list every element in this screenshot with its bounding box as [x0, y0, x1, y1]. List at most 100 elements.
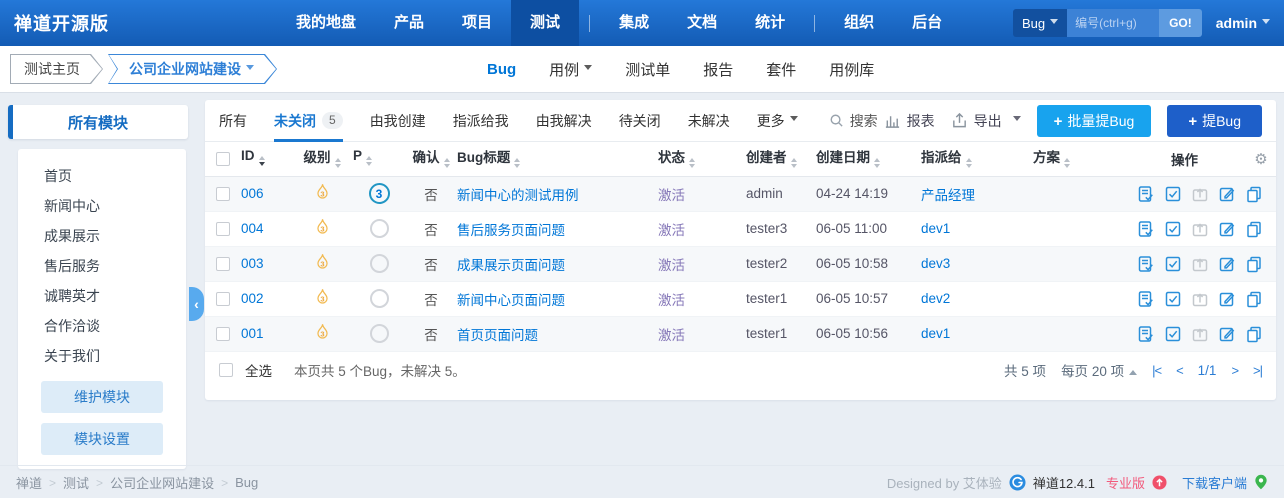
filter-assigned-to-me[interactable]: 指派给我	[453, 100, 509, 142]
sidebar-item-coop[interactable]: 合作洽谈	[18, 311, 186, 341]
edit-bug-icon[interactable]	[1218, 220, 1236, 238]
resolve-bug-icon[interactable]	[1164, 220, 1182, 238]
sort-icon[interactable]	[790, 155, 797, 171]
module-settings-button[interactable]: 模块设置	[41, 423, 163, 455]
nav-item-stats[interactable]: 统计	[736, 0, 804, 46]
col-severity[interactable]: 级别	[304, 150, 331, 165]
col-assignee[interactable]: 指派给	[921, 150, 962, 165]
search-input[interactable]	[1067, 9, 1160, 37]
row-checkbox[interactable]	[216, 222, 230, 237]
edit-bug-icon[interactable]	[1218, 325, 1236, 343]
sort-icon[interactable]	[965, 155, 972, 171]
assignee-link[interactable]: 产品经理	[921, 188, 975, 203]
copy-bug-icon[interactable]	[1245, 325, 1263, 343]
sidebar-item-about[interactable]: 关于我们	[18, 341, 186, 371]
report-button[interactable]: 报表	[884, 111, 935, 131]
nav-item-backend[interactable]: 后台	[893, 0, 961, 46]
bug-title-link[interactable]: 售后服务页面问题	[457, 223, 565, 238]
tab-suite[interactable]: 套件	[766, 59, 796, 80]
nav-item-my-turf[interactable]: 我的地盘	[277, 0, 375, 46]
assignee-link[interactable]: dev1	[921, 221, 950, 236]
copy-bug-icon[interactable]	[1245, 290, 1263, 308]
upgrade-icon[interactable]	[1152, 474, 1167, 490]
bug-title-link[interactable]: 首页页面问题	[457, 328, 538, 343]
confirm-bug-icon[interactable]	[1137, 220, 1155, 238]
per-page-select[interactable]: 每页 20 项	[1061, 360, 1137, 380]
edition-label[interactable]: 专业版	[1106, 473, 1145, 492]
sort-icon[interactable]	[334, 155, 341, 171]
nav-item-integration[interactable]: 集成	[600, 0, 668, 46]
assignee-link[interactable]: dev1	[921, 326, 950, 341]
sort-icon[interactable]	[514, 155, 521, 171]
last-page-button[interactable]: >|	[1253, 363, 1263, 378]
confirm-bug-icon[interactable]	[1137, 325, 1155, 343]
row-checkbox[interactable]	[216, 327, 230, 342]
resolve-bug-icon[interactable]	[1164, 255, 1182, 273]
bug-id-link[interactable]: 001	[241, 326, 264, 341]
bug-id-link[interactable]: 004	[241, 221, 264, 236]
select-all-checkbox[interactable]	[216, 152, 230, 167]
sort-icon[interactable]	[1064, 155, 1070, 171]
sidebar-item-home[interactable]: 首页	[18, 161, 186, 191]
assignee-link[interactable]: dev3	[921, 256, 950, 271]
col-status[interactable]: 状态	[658, 150, 685, 165]
col-priority[interactable]: P	[353, 148, 362, 163]
bug-id-link[interactable]: 003	[241, 256, 264, 271]
tab-case[interactable]: 用例	[549, 59, 592, 80]
add-bug-button[interactable]: 提Bug	[1167, 104, 1262, 137]
nav-item-org[interactable]: 组织	[825, 0, 893, 46]
sort-icon[interactable]	[366, 153, 373, 169]
bug-title-link[interactable]: 新闻中心的测试用例	[457, 188, 579, 203]
copy-bug-icon[interactable]	[1245, 255, 1263, 273]
col-creator[interactable]: 创建者	[746, 150, 787, 165]
footer-crumb-test[interactable]: 测试	[63, 473, 89, 492]
footer-crumb-product[interactable]: 公司企业网站建设	[110, 473, 214, 492]
user-menu[interactable]: admin	[1216, 15, 1270, 31]
tab-caselib[interactable]: 用例库	[829, 59, 874, 80]
sort-icon[interactable]	[689, 155, 695, 171]
sort-icon[interactable]	[443, 155, 450, 171]
select-all-checkbox[interactable]	[219, 363, 233, 377]
filter-opened-by-me[interactable]: 由我创建	[370, 100, 426, 142]
confirm-bug-icon[interactable]	[1137, 185, 1155, 203]
first-page-button[interactable]: |<	[1152, 363, 1162, 378]
next-page-button[interactable]: >	[1231, 363, 1239, 378]
breadcrumb-test-home[interactable]: 测试主页	[10, 54, 103, 84]
bug-title-link[interactable]: 成果展示页面问题	[457, 258, 565, 273]
resolve-bug-icon[interactable]	[1164, 290, 1182, 308]
edit-bug-icon[interactable]	[1218, 255, 1236, 273]
tab-bug[interactable]: Bug	[487, 61, 516, 78]
copy-bug-icon[interactable]	[1245, 185, 1263, 203]
breadcrumb-product-switcher[interactable]: 公司企业网站建设	[108, 54, 277, 84]
edit-bug-icon[interactable]	[1218, 290, 1236, 308]
download-client-label[interactable]: 下载客户端	[1182, 473, 1247, 492]
row-checkbox[interactable]	[216, 187, 230, 202]
copy-bug-icon[interactable]	[1245, 220, 1263, 238]
bug-id-link[interactable]: 006	[241, 186, 264, 201]
row-checkbox[interactable]	[216, 292, 230, 307]
row-checkbox[interactable]	[216, 257, 230, 272]
search-go-button[interactable]: GO!	[1159, 9, 1202, 37]
client-pin-icon[interactable]	[1254, 474, 1268, 490]
sidebar-item-service[interactable]: 售后服务	[18, 251, 186, 281]
confirm-bug-icon[interactable]	[1137, 255, 1155, 273]
assignee-link[interactable]: dev2	[921, 291, 950, 306]
bug-id-link[interactable]: 002	[241, 291, 264, 306]
export-button[interactable]: 导出	[951, 111, 1021, 131]
sidebar-item-results[interactable]: 成果展示	[18, 221, 186, 251]
maintain-module-button[interactable]: 维护模块	[41, 381, 163, 413]
search-toggle[interactable]: 搜索	[829, 111, 878, 131]
nav-item-product[interactable]: 产品	[375, 0, 443, 46]
bug-title-link[interactable]: 新闻中心页面问题	[457, 293, 565, 308]
column-settings-gear-icon[interactable]	[1254, 151, 1267, 168]
select-all-label[interactable]: 全选	[245, 360, 272, 380]
filter-resolved-by-me[interactable]: 由我解决	[536, 100, 592, 142]
col-plan[interactable]: 方案	[1033, 150, 1060, 165]
all-modules-header[interactable]: 所有模块	[8, 105, 188, 139]
batch-add-bug-button[interactable]: 批量提Bug	[1036, 104, 1152, 137]
col-created-date[interactable]: 创建日期	[816, 150, 870, 165]
sort-icon[interactable]	[874, 155, 880, 171]
tab-testtask[interactable]: 测试单	[625, 59, 670, 80]
col-confirmed[interactable]: 确认	[413, 150, 440, 165]
sidebar-collapse-handle[interactable]	[189, 287, 204, 321]
